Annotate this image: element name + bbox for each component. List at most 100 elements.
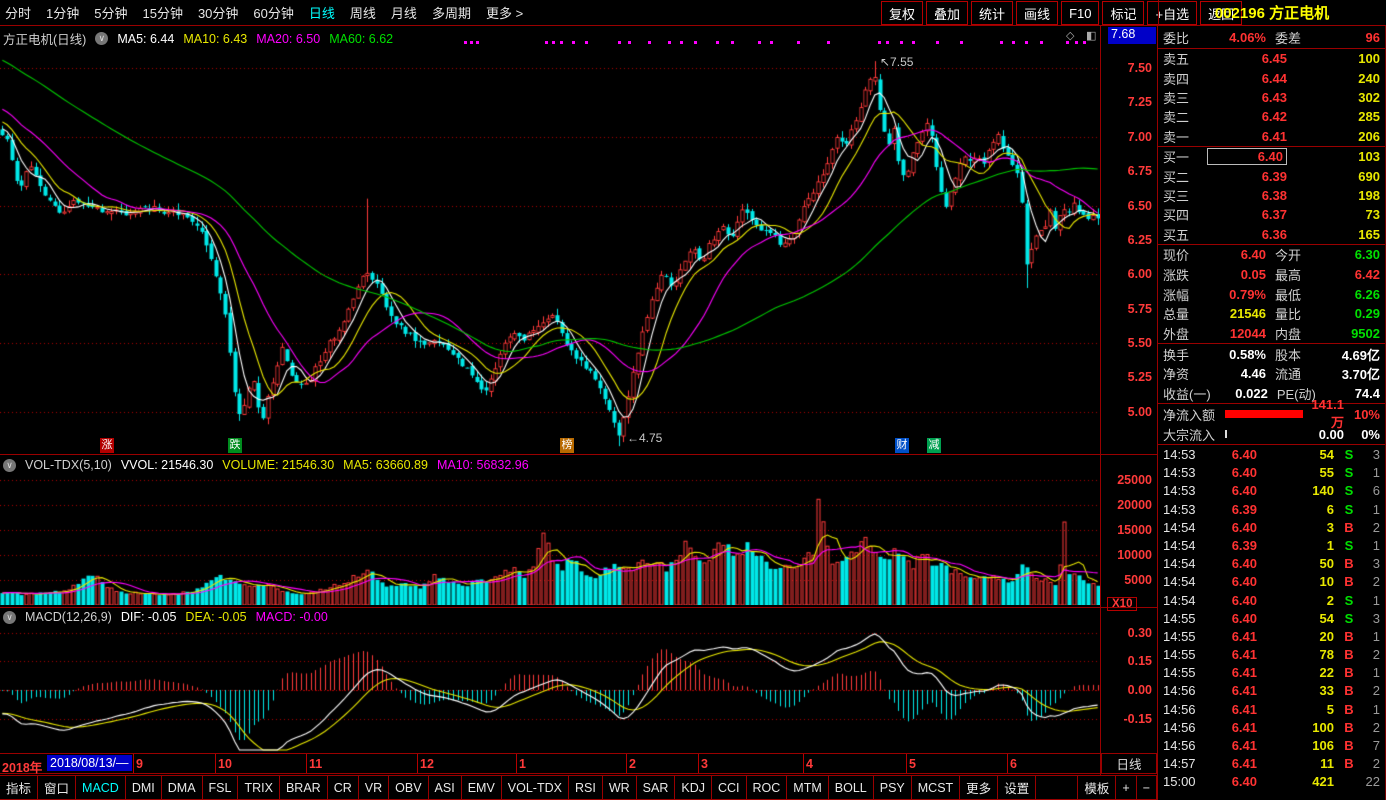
tab-DMA[interactable]: DMA: [161, 775, 203, 800]
tab-OBV[interactable]: OBV: [388, 775, 428, 800]
event-dot: [960, 41, 963, 44]
tab-设置[interactable]: 设置: [997, 775, 1036, 800]
chart-badge-减[interactable]: 减: [927, 438, 941, 453]
menu-item-30分钟[interactable]: 30分钟: [198, 3, 238, 22]
level-price[interactable]: 6.38: [1207, 188, 1287, 203]
tab-ASI[interactable]: ASI: [428, 775, 462, 800]
toolbar-button-画线[interactable]: 画线: [1016, 1, 1058, 25]
tab-CCI[interactable]: CCI: [711, 775, 747, 800]
time-sales-row: 14:546.4010B2: [1158, 573, 1385, 591]
volume-chart-canvas[interactable]: [0, 472, 1100, 605]
chart-badge-财[interactable]: 财: [895, 438, 909, 453]
tab-DMI[interactable]: DMI: [125, 775, 162, 800]
tab-EMV[interactable]: EMV: [461, 775, 502, 800]
price-tick-7.25: 7.25: [1102, 95, 1152, 109]
toolbar-button-统计[interactable]: 统计: [971, 1, 1013, 25]
price-tick-6.00: 6.00: [1102, 267, 1152, 281]
ask-row-卖三[interactable]: 卖三6.43302: [1158, 88, 1385, 107]
tab-更多[interactable]: 更多: [959, 775, 998, 800]
date-selection-box[interactable]: 2018/08/13/—: [47, 755, 132, 771]
collapse-icon[interactable]: ∨: [3, 459, 16, 472]
level-price[interactable]: 6.42: [1207, 109, 1287, 124]
tab-CR[interactable]: CR: [327, 775, 359, 800]
ask-row-卖四[interactable]: 卖四6.44240: [1158, 68, 1385, 87]
event-dot: [628, 41, 631, 44]
toolbar-button-标记[interactable]: 标记: [1102, 1, 1144, 25]
tab-MCST[interactable]: MCST: [911, 775, 960, 800]
collapse-icon[interactable]: ∨: [95, 32, 108, 45]
zoom-out-button[interactable]: −: [1136, 775, 1157, 800]
toolbar-button-复权[interactable]: 复权: [881, 1, 923, 25]
bid-row-买三[interactable]: 买三6.38198: [1158, 186, 1385, 205]
tab-VR[interactable]: VR: [358, 775, 389, 800]
tab-指标[interactable]: 指标: [0, 775, 38, 800]
tab-ROC[interactable]: ROC: [746, 775, 788, 800]
menu-item-日线[interactable]: 日线: [309, 3, 335, 22]
bid-row-买二[interactable]: 买二6.39690: [1158, 166, 1385, 185]
ask-row-卖一[interactable]: 卖一6.41206: [1158, 127, 1385, 146]
chart-badge-跌[interactable]: 跌: [228, 438, 242, 453]
tab-KDJ[interactable]: KDJ: [674, 775, 712, 800]
macd-chart-canvas[interactable]: [0, 625, 1100, 752]
tab-VOL-TDX[interactable]: VOL-TDX: [501, 775, 569, 800]
tab-MTM[interactable]: MTM: [786, 775, 828, 800]
menu-item-月线[interactable]: 月线: [391, 3, 417, 22]
tab-TRIX[interactable]: TRIX: [237, 775, 279, 800]
level-price[interactable]: 6.36: [1207, 227, 1287, 242]
tab-BOLL[interactable]: BOLL: [828, 775, 874, 800]
chart-badge-涨[interactable]: 涨: [100, 438, 114, 453]
tab-PSY[interactable]: PSY: [873, 775, 912, 800]
time-sales-list: 14:536.4054S314:536.4055S114:536.40140S6…: [1158, 445, 1385, 791]
event-dot: [758, 41, 761, 44]
level-price[interactable]: 6.41: [1207, 129, 1287, 144]
level-label: 买三: [1163, 186, 1207, 205]
time-sales-row: 14:546.4050B3: [1158, 555, 1385, 573]
toolbar-button-叠加[interactable]: 叠加: [926, 1, 968, 25]
template-button[interactable]: 模板: [1077, 775, 1116, 800]
quote-info-row: 涨跌0.05最高6.42: [1158, 265, 1385, 285]
tab-MACD[interactable]: MACD: [75, 775, 126, 800]
toolbar-button-F10[interactable]: F10: [1061, 1, 1099, 25]
menu-item-15分钟[interactable]: 15分钟: [142, 3, 182, 22]
time-sales-row: 14:536.40140S6: [1158, 482, 1385, 500]
tab-RSI[interactable]: RSI: [568, 775, 603, 800]
month-tick: [215, 754, 216, 773]
chart-badge-榜[interactable]: 榜: [560, 438, 574, 453]
quote-field: 6.30: [1321, 247, 1380, 262]
menu-item-分时[interactable]: 分时: [5, 3, 31, 22]
vol-ma5-value: MA5: 63660.89: [343, 458, 428, 472]
bid-row-买五[interactable]: 买五6.36165: [1158, 225, 1385, 244]
level-price[interactable]: 6.37: [1207, 207, 1287, 222]
tab-窗口[interactable]: 窗口: [37, 775, 76, 800]
tab-BRAR[interactable]: BRAR: [279, 775, 328, 800]
tab-WR[interactable]: WR: [602, 775, 637, 800]
bid-row-买四[interactable]: 买四6.3773: [1158, 205, 1385, 224]
vvol-value: VVOL: 21546.30: [121, 458, 213, 472]
menu-item-更多 >[interactable]: 更多 >: [486, 3, 523, 22]
quote-field: 总量: [1163, 304, 1207, 323]
event-dot: [618, 41, 621, 44]
level-price[interactable]: 6.45: [1207, 51, 1287, 66]
bid-row-买一[interactable]: 买一6.40103: [1158, 147, 1385, 166]
high-price-annotation: ↖7.55: [880, 55, 913, 69]
tab-SAR[interactable]: SAR: [636, 775, 676, 800]
menu-item-60分钟[interactable]: 60分钟: [253, 3, 293, 22]
diamond-icon[interactable]: ◇: [1066, 29, 1074, 42]
menu-item-1分钟[interactable]: 1分钟: [46, 3, 79, 22]
level-price[interactable]: 6.43: [1207, 90, 1287, 105]
tab-FSL[interactable]: FSL: [202, 775, 239, 800]
level-price[interactable]: 6.39: [1207, 169, 1287, 184]
ask-row-卖二[interactable]: 卖二6.42285: [1158, 107, 1385, 126]
price-tick-5.50: 5.50: [1102, 336, 1152, 350]
collapse-icon[interactable]: ∨: [3, 611, 16, 624]
menu-item-5分钟[interactable]: 5分钟: [94, 3, 127, 22]
level-price[interactable]: 6.40: [1207, 148, 1287, 165]
split-view-icon[interactable]: ◧: [1086, 29, 1096, 42]
main-chart-canvas[interactable]: [0, 46, 1100, 453]
zoom-in-button[interactable]: +: [1115, 775, 1136, 800]
quote-field: 0.79%: [1207, 287, 1266, 302]
level-price[interactable]: 6.44: [1207, 71, 1287, 86]
ask-row-卖五[interactable]: 卖五6.45100: [1158, 49, 1385, 68]
menu-item-周线[interactable]: 周线: [350, 3, 376, 22]
menu-item-多周期[interactable]: 多周期: [432, 3, 471, 22]
